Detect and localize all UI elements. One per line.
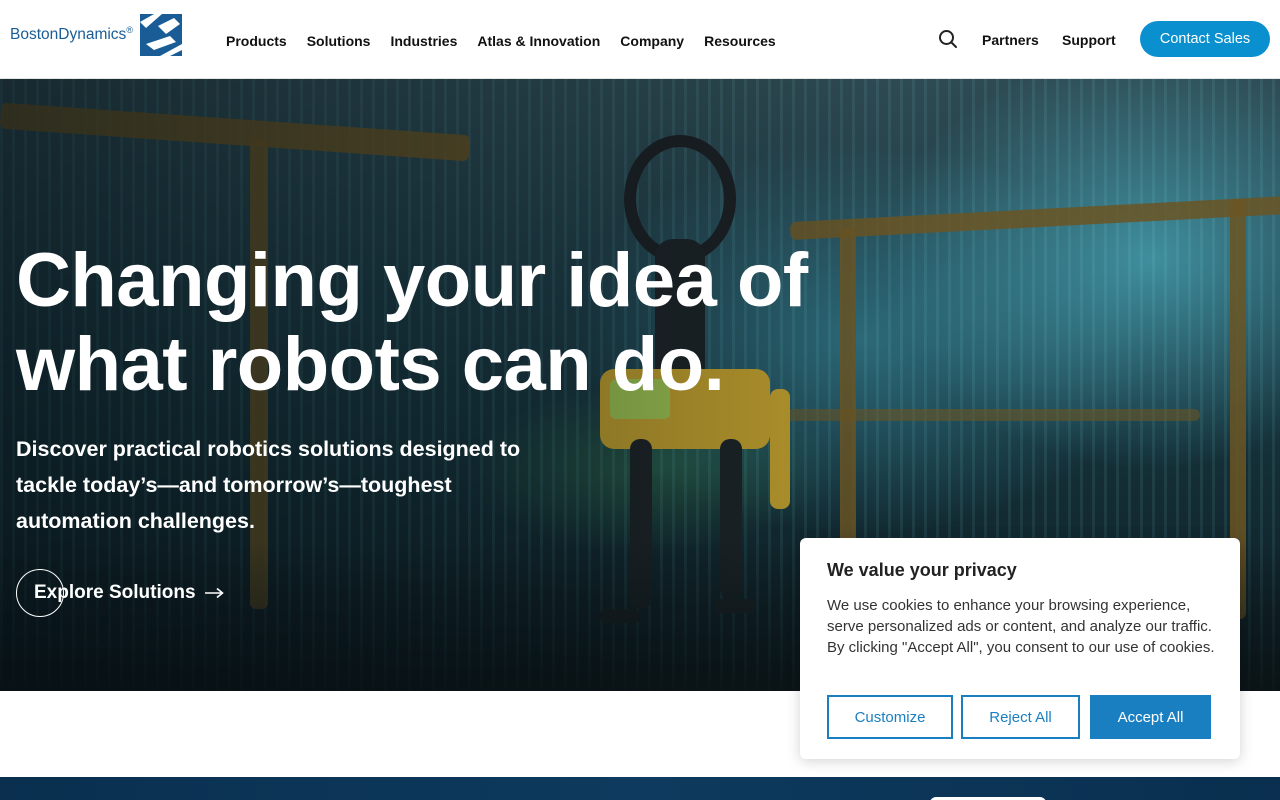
hero-title-line2: what robots can do. <box>16 322 725 407</box>
support-link[interactable]: Support <box>1062 32 1116 48</box>
cookie-customize-button[interactable]: Customize <box>827 695 953 739</box>
boston-dynamics-logo[interactable]: BostonDynamics® <box>10 14 182 56</box>
cookie-body-text: We use cookies to enhance your browsing … <box>827 597 1215 656</box>
nav-products[interactable]: Products <box>226 33 287 49</box>
cookie-accept-all-button[interactable]: Accept All <box>1090 695 1211 739</box>
logo-mark-icon <box>139 14 182 56</box>
next-section-band <box>0 777 1280 800</box>
site-header: BostonDynamics® Products Solutions Indus… <box>0 0 1280 79</box>
partners-link[interactable]: Partners <box>982 32 1039 48</box>
hero-title-line1: Changing your idea of <box>16 238 808 323</box>
search-icon[interactable] <box>936 27 960 51</box>
hero-title: Changing your idea of what robots can do… <box>16 239 836 407</box>
explore-solutions-button[interactable]: Explore Solutions <box>16 569 224 617</box>
main-nav: Products Solutions Industries Atlas & In… <box>226 33 796 49</box>
contact-sales-button[interactable]: Contact Sales <box>1140 21 1270 57</box>
cookie-consent-dialog: We value your privacy We use cookies to … <box>800 538 1240 759</box>
nav-solutions[interactable]: Solutions <box>307 33 371 49</box>
cookie-reject-all-button[interactable]: Reject All <box>961 695 1080 739</box>
explore-solutions-label: Explore Solutions <box>34 582 196 603</box>
nav-company[interactable]: Company <box>620 33 684 49</box>
cookie-title: We value your privacy <box>827 560 1017 580</box>
nav-resources[interactable]: Resources <box>704 33 776 49</box>
arrow-right-icon <box>204 587 224 599</box>
nav-atlas-innovation[interactable]: Atlas & Innovation <box>477 33 600 49</box>
hero-subtitle: Discover practical robotics solutions de… <box>16 437 521 533</box>
nav-industries[interactable]: Industries <box>390 33 457 49</box>
logo-wordmark: BostonDynamics® <box>10 25 133 44</box>
